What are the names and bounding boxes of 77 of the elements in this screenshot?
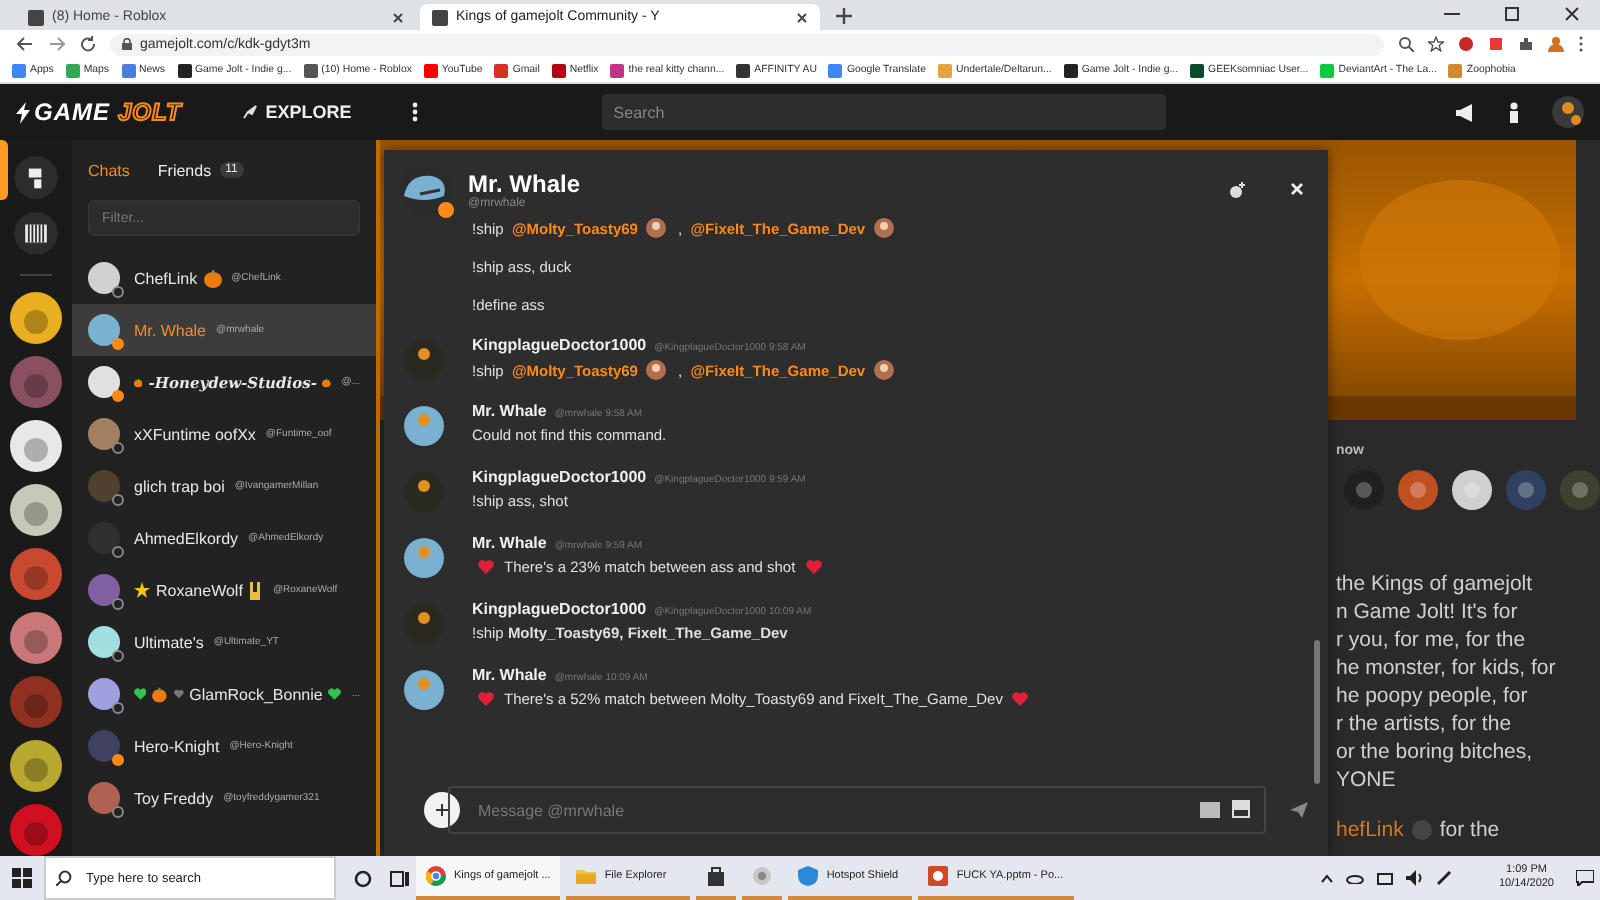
heart-icon bbox=[1012, 692, 1029, 706]
back-icon[interactable] bbox=[16, 36, 34, 52]
notification-icon[interactable] bbox=[1576, 870, 1594, 886]
description-text: or the boring bitches, bbox=[1336, 738, 1535, 766]
community-avatar[interactable] bbox=[10, 291, 62, 344]
description-text: n Game Jolt! It's for bbox=[1336, 598, 1520, 626]
author-name[interactable]: Mr. Whale bbox=[472, 402, 547, 420]
community-avatar[interactable] bbox=[10, 739, 62, 792]
chat-title: Mr. Whale bbox=[468, 169, 581, 197]
avatar bbox=[645, 218, 666, 238]
speaker-icon[interactable] bbox=[1406, 870, 1425, 886]
description-text: the Kings of gamejolt bbox=[1336, 570, 1535, 598]
menu-icon[interactable] bbox=[1578, 36, 1584, 52]
explore-link[interactable]: EXPLORE bbox=[241, 102, 352, 122]
forward-icon[interactable] bbox=[48, 36, 66, 52]
avatar bbox=[645, 360, 666, 380]
avatar bbox=[873, 218, 894, 238]
bolt-icon bbox=[16, 101, 30, 123]
author-name[interactable]: KingplagueDoctor1000 bbox=[472, 468, 647, 486]
author-name[interactable]: Mr. Whale bbox=[472, 666, 547, 684]
new-tab-icon[interactable] bbox=[836, 8, 852, 24]
profile-icon[interactable] bbox=[1548, 36, 1564, 52]
chat-tab[interactable]: Chats bbox=[88, 161, 130, 179]
browser-icon bbox=[426, 866, 446, 886]
send-icon[interactable] bbox=[1290, 802, 1308, 818]
description-text: YONE bbox=[1336, 766, 1398, 794]
avatar-icon[interactable] bbox=[1552, 96, 1584, 128]
search-field[interactable]: Search bbox=[601, 94, 1166, 130]
avatar bbox=[873, 360, 894, 380]
circle-icon[interactable] bbox=[354, 869, 372, 887]
close-icon[interactable] bbox=[796, 11, 808, 23]
people-icon[interactable] bbox=[1504, 101, 1524, 123]
description-text: r the artists, for the bbox=[1336, 710, 1514, 738]
megaphone-icon[interactable] bbox=[1454, 103, 1476, 121]
shield-icon bbox=[798, 866, 819, 886]
heart-icon bbox=[805, 560, 822, 574]
folder-icon bbox=[576, 866, 597, 886]
add-icon[interactable] bbox=[424, 792, 460, 828]
message-field[interactable]: Message @mrwhale bbox=[448, 786, 1266, 834]
presentation-icon bbox=[928, 866, 949, 886]
chevron-icon[interactable] bbox=[1320, 873, 1335, 883]
zoom-icon[interactable] bbox=[1398, 36, 1414, 52]
task-view-icon[interactable] bbox=[390, 869, 410, 887]
avatar[interactable] bbox=[1398, 470, 1438, 510]
image-icon[interactable] bbox=[1232, 800, 1250, 818]
author-name[interactable]: KingplagueDoctor1000 bbox=[472, 600, 647, 618]
author-name[interactable]: KingplagueDoctor1000 bbox=[472, 336, 647, 354]
more-icon[interactable] bbox=[411, 102, 418, 122]
site-icon bbox=[432, 9, 448, 25]
gif-icon[interactable] bbox=[1200, 801, 1220, 817]
close-icon[interactable] bbox=[392, 11, 404, 23]
search-icon bbox=[56, 870, 72, 886]
logo-text: GAME bbox=[34, 98, 110, 126]
community-avatar[interactable] bbox=[10, 483, 62, 536]
description-text: he monster, for kids, for bbox=[1336, 654, 1558, 682]
star-icon[interactable] bbox=[1428, 36, 1444, 52]
reload-icon[interactable] bbox=[80, 36, 96, 52]
scrollbar[interactable] bbox=[1314, 640, 1320, 784]
bag-icon bbox=[706, 866, 727, 886]
author-name[interactable]: Mr. Whale bbox=[472, 534, 547, 552]
description-text: r you, for me, for the bbox=[1336, 626, 1528, 654]
lock-icon bbox=[122, 38, 132, 50]
logo-text: JOLT bbox=[118, 98, 182, 126]
windows-icon[interactable] bbox=[12, 868, 32, 888]
maximize-icon[interactable] bbox=[1504, 6, 1520, 22]
avatar[interactable] bbox=[1452, 470, 1492, 510]
description-text: for the bbox=[1439, 818, 1500, 842]
heart-icon bbox=[478, 692, 494, 706]
avatar bbox=[1411, 820, 1432, 840]
site-icon bbox=[28, 9, 44, 25]
user-link[interactable]: hefLink bbox=[1336, 818, 1404, 842]
heart-icon bbox=[478, 560, 494, 574]
community-avatar[interactable] bbox=[10, 419, 62, 472]
description-text: he poopy people, for bbox=[1336, 682, 1530, 710]
add-user-icon[interactable] bbox=[1228, 181, 1246, 197]
close-icon[interactable] bbox=[1564, 6, 1580, 22]
active-indicator bbox=[0, 140, 8, 200]
